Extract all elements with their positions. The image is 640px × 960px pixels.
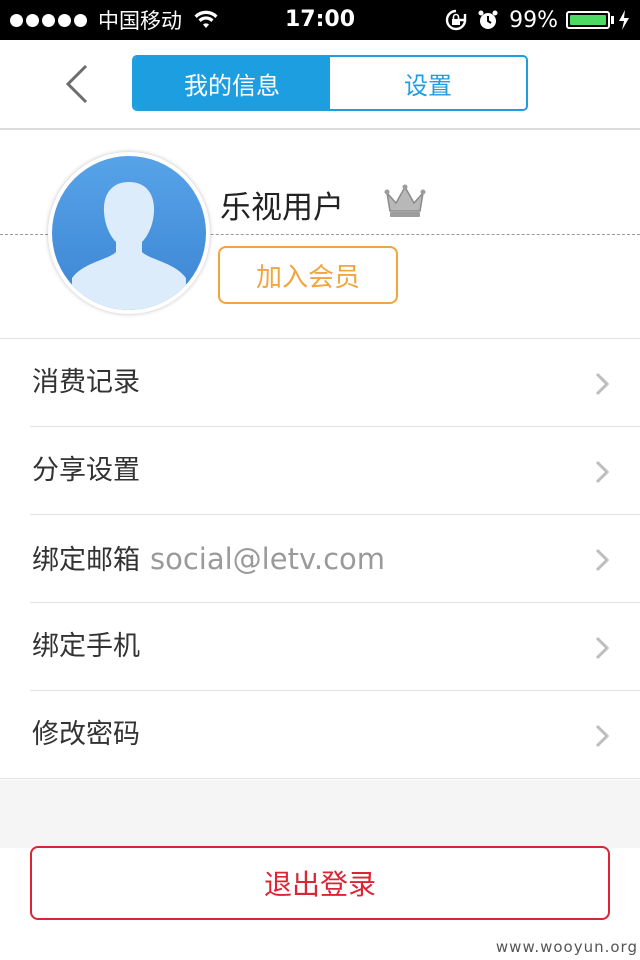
menu-item-label: 绑定邮箱 <box>32 545 140 576</box>
crown-icon <box>384 184 426 217</box>
chevron-right-icon <box>595 460 610 484</box>
menu-item-bind-phone[interactable]: 绑定手机 <box>0 603 640 691</box>
username: 乐视用户 <box>220 190 344 226</box>
user-silhouette-icon <box>72 182 186 310</box>
menu-item-label: 绑定手机 <box>32 631 140 662</box>
battery-percent: 99% <box>509 7 558 33</box>
spacer-band <box>0 780 640 848</box>
chevron-right-icon <box>595 372 610 396</box>
menu-item-purchase-history[interactable]: 消费记录 <box>0 339 640 427</box>
battery-icon <box>566 11 610 29</box>
menu-item-share-settings[interactable]: 分享设置 <box>0 427 640 515</box>
status-right: 99% <box>445 0 630 40</box>
tab-settings[interactable]: 设置 <box>330 57 526 109</box>
alarm-icon <box>478 10 498 29</box>
watermark: www.wooyun.org <box>495 938 638 956</box>
chevron-right-icon <box>595 724 610 748</box>
chevron-left-icon[interactable] <box>60 62 96 106</box>
profile-section: 乐视用户 加入会员 <box>0 130 640 339</box>
status-bar: 中国移动 17:00 99% <box>0 0 640 40</box>
menu-item-change-password[interactable]: 修改密码 <box>0 691 640 779</box>
join-vip-button[interactable]: 加入会员 <box>218 246 398 304</box>
menu-item-label: 分享设置 <box>32 455 140 486</box>
rotation-lock-icon <box>445 9 467 31</box>
chevron-right-icon <box>595 548 610 572</box>
avatar[interactable] <box>48 152 210 314</box>
menu-item-label: 消费记录 <box>32 367 140 398</box>
menu-item-bind-email[interactable]: 绑定邮箱 social@letv.com <box>0 515 640 603</box>
logout-button[interactable]: 退出登录 <box>30 846 610 920</box>
charging-bolt-icon <box>619 10 629 30</box>
menu-item-label: 修改密码 <box>32 719 140 750</box>
tab-my-info[interactable]: 我的信息 <box>134 57 330 109</box>
settings-menu: 消费记录 分享设置 绑定邮箱 social@letv.com 绑定手机 修改密码 <box>0 339 640 779</box>
nav-bar: 我的信息 设置 <box>0 40 640 130</box>
chevron-right-icon <box>595 636 610 660</box>
segmented-control: 我的信息 设置 <box>132 55 528 111</box>
email-value: social@letv.com <box>150 542 386 576</box>
